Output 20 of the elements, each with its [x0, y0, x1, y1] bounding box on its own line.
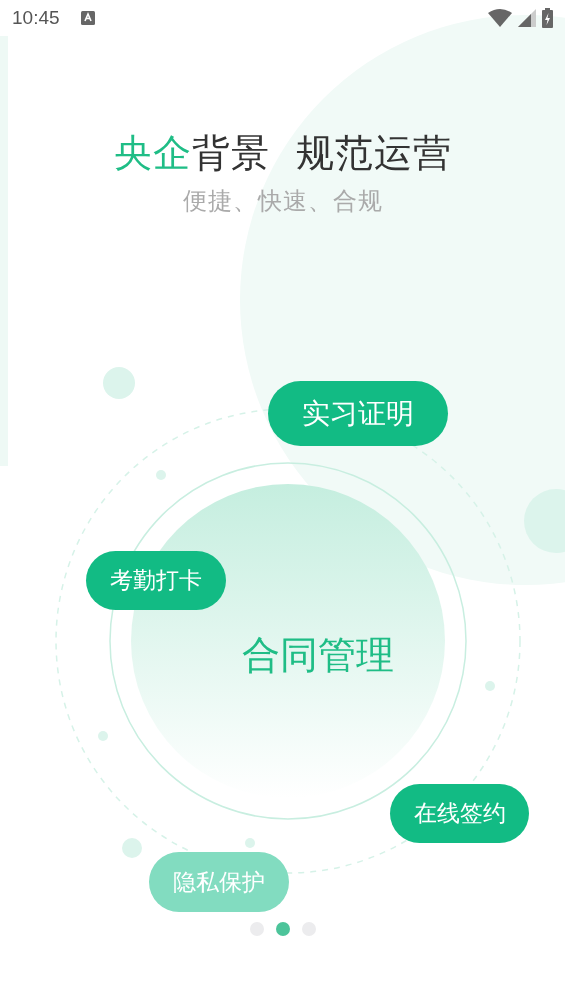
center-label: 合同管理: [241, 632, 395, 679]
bubble: [122, 838, 142, 858]
signal-icon: [518, 9, 536, 27]
subtitle: 便捷、快速、合规: [181, 186, 384, 217]
status-time: 10:45: [12, 7, 60, 29]
headline: 规范运营: [295, 130, 452, 177]
feature-button[interactable]: 考勤打卡: [86, 551, 226, 610]
bubble: [103, 367, 135, 399]
battery-icon: [542, 8, 553, 28]
feature-button[interactable]: 实习证明: [268, 381, 448, 446]
feature-button[interactable]: 在线签约: [390, 784, 529, 843]
headline: 央企背景: [113, 130, 270, 177]
keyboard-icon: [79, 10, 96, 26]
feature-button[interactable]: 隐私保护: [149, 852, 289, 912]
page-dot[interactable]: [276, 922, 290, 936]
bubble: [485, 681, 495, 691]
bubble: [98, 731, 108, 741]
bubble: [245, 838, 255, 848]
wifi-icon: [488, 9, 512, 27]
bubble: [156, 470, 166, 480]
